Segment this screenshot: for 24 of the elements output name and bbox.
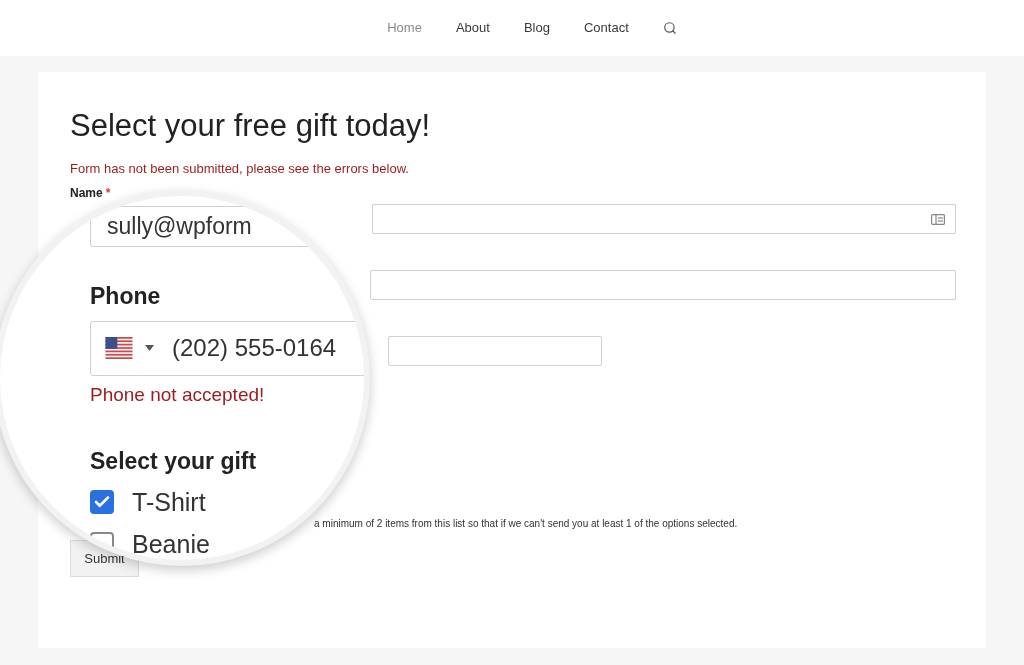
nav-link[interactable]: Home bbox=[387, 18, 422, 38]
input-field[interactable] bbox=[370, 270, 956, 300]
flag-icon bbox=[103, 337, 135, 360]
option-label: T-Shirt bbox=[132, 487, 206, 518]
form-error-message: Form has not been submitted, please see the errors below. bbox=[70, 160, 410, 178]
nav-link[interactable]: Contact bbox=[583, 18, 629, 38]
nav-link[interactable]: About bbox=[455, 18, 490, 38]
search-icon[interactable] bbox=[662, 21, 677, 35]
gift-help-text: a minimum of 2 items from this list so that if we can't send you at least 1 of the options selected. bbox=[313, 517, 739, 531]
field-label: Name bbox=[70, 186, 103, 200]
gift-label: Select your gift bbox=[90, 447, 258, 476]
name-input-field[interactable] bbox=[372, 204, 956, 234]
caret-icon[interactable] bbox=[145, 345, 154, 352]
phone-label: Phone bbox=[90, 281, 162, 311]
email-value: sully@wpform bbox=[107, 212, 252, 242]
phone-input-field[interactable]: (202) 555-0164 bbox=[90, 320, 364, 376]
phone-error-message: Phone not accepted! bbox=[90, 383, 266, 407]
nav-link[interactable]: Blog bbox=[523, 18, 550, 38]
phone-value: (202) 555-0164 bbox=[172, 333, 337, 364]
phone-input-field[interactable] bbox=[388, 336, 602, 366]
checkbox[interactable] bbox=[90, 490, 114, 514]
page-title: Select your free gift today! bbox=[70, 107, 432, 145]
required-asterisk: * bbox=[105, 186, 111, 200]
contact-card-icon bbox=[931, 213, 945, 225]
